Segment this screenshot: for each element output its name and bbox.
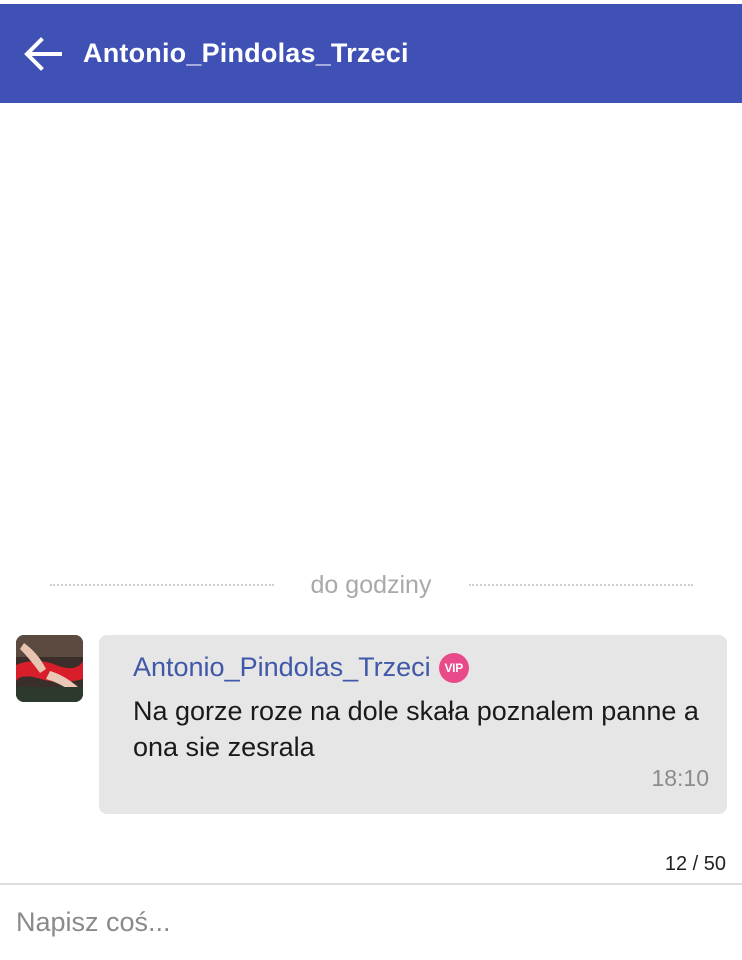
arrow-left-icon — [22, 36, 62, 72]
date-separator: do godziny — [0, 563, 742, 607]
conversation-title: Antonio_Pindolas_Trzeci — [83, 38, 409, 68]
character-counter: 12 / 50 — [664, 853, 726, 875]
date-separator-line-right — [469, 584, 693, 586]
app-bar: Antonio_Pindolas_Trzeci — [0, 4, 742, 103]
message-timestamp: 18:10 — [651, 765, 709, 791]
back-button[interactable] — [22, 36, 62, 72]
message-text: Na gorze roze na dole skała poznalem pan… — [133, 696, 699, 762]
chat-screen: Antonio_Pindolas_Trzeci do godziny Anton… — [0, 0, 742, 960]
message-sender-name[interactable]: Antonio_Pindolas_Trzeci — [133, 652, 431, 683]
message-bubble[interactable]: Antonio_Pindolas_Trzeci VIP Na gorze roz… — [99, 635, 727, 814]
message-sender-row: Antonio_Pindolas_Trzeci VIP — [133, 652, 469, 683]
user-avatar[interactable] — [16, 635, 83, 702]
message-input[interactable] — [0, 885, 742, 960]
vip-badge: VIP — [438, 652, 469, 683]
